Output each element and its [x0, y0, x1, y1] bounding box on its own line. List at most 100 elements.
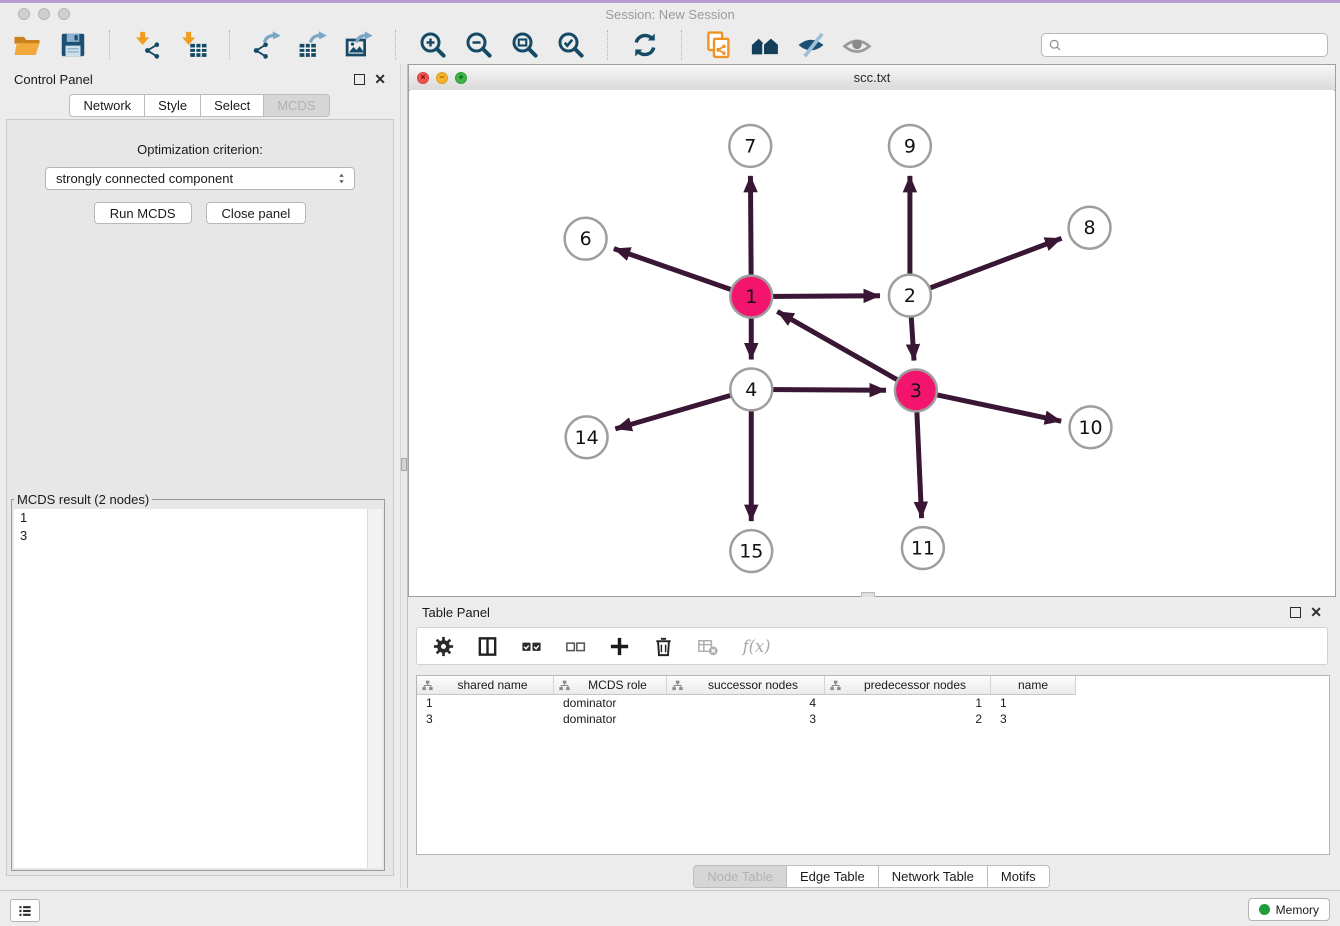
import-table-button[interactable] — [178, 30, 208, 60]
column-header-mcds-role[interactable]: MCDS role — [554, 676, 667, 695]
table-tab-motifs[interactable]: Motifs — [987, 865, 1050, 888]
run-mcds-button[interactable]: Run MCDS — [94, 202, 192, 224]
node-label: 3 — [910, 380, 922, 402]
export-net-icon — [252, 30, 282, 60]
network-canvas[interactable]: 1 2 3 4 6 7 8 9 10 11 14 15 — [410, 90, 1334, 595]
node-6[interactable]: 6 — [565, 218, 607, 260]
edge-3-1[interactable] — [777, 311, 916, 390]
node-11[interactable]: 11 — [902, 527, 944, 569]
node-15[interactable]: 15 — [730, 530, 772, 572]
node-14[interactable]: 14 — [566, 416, 608, 458]
search-field[interactable] — [1041, 33, 1328, 57]
mcds-result-title: MCDS result (2 nodes) — [14, 492, 152, 507]
close-panel-button[interactable]: Close panel — [206, 202, 307, 224]
edge-2-8[interactable] — [910, 238, 1062, 295]
delete-columns-button[interactable] — [652, 635, 675, 658]
import-net-icon — [132, 30, 162, 60]
table-panel-float-icon[interactable] — [1290, 607, 1301, 618]
zoom-out-button[interactable] — [464, 30, 494, 60]
chevron-up-down-icon — [335, 171, 348, 186]
table-row[interactable]: 1dominator411 — [417, 695, 1329, 711]
memory-label: Memory — [1276, 903, 1319, 917]
show-columns-button[interactable] — [476, 635, 499, 658]
create-column-button[interactable] — [608, 635, 631, 658]
table-row[interactable]: 3dominator323 — [417, 711, 1329, 727]
save-session-button[interactable] — [58, 30, 88, 60]
zoom-in-icon — [418, 30, 448, 60]
toolbar-separator — [229, 30, 231, 60]
table-tab-node-table[interactable]: Node Table — [693, 865, 787, 888]
task-history-button[interactable] — [10, 899, 40, 922]
node-label: 2 — [904, 285, 916, 307]
zoom-fit-icon — [510, 30, 540, 60]
network-window-titlebar[interactable]: × − + scc.txt — [409, 65, 1335, 91]
node-8[interactable]: 8 — [1069, 207, 1111, 249]
mcds-panel: Optimization criterion: strongly connect… — [6, 119, 394, 876]
network-window-title: scc.txt — [409, 70, 1335, 85]
import-network-button[interactable] — [132, 30, 162, 60]
shared-column-icon — [671, 679, 684, 692]
memory-button[interactable]: Memory — [1248, 898, 1330, 921]
folder-icon — [12, 30, 42, 60]
status-bar: Memory — [0, 890, 1340, 926]
node-2[interactable]: 2 — [889, 275, 931, 317]
node-10[interactable]: 10 — [1070, 406, 1112, 448]
search-input[interactable] — [1067, 37, 1321, 54]
column-settings-button[interactable] — [432, 635, 455, 658]
criterion-select[interactable]: strongly connected component — [45, 167, 355, 190]
table-tab-network-table[interactable]: Network Table — [878, 865, 988, 888]
cell-predecessor-nodes: 2 — [825, 712, 991, 726]
node-3[interactable]: 3 — [895, 369, 937, 411]
export-table-icon — [298, 30, 328, 60]
table-tab-edge-table[interactable]: Edge Table — [786, 865, 879, 888]
hide-graphics-details-button[interactable] — [796, 30, 826, 60]
memory-status-icon — [1259, 904, 1270, 915]
export-network-button[interactable] — [252, 30, 282, 60]
node-9[interactable]: 9 — [889, 125, 931, 167]
open-session-button[interactable] — [12, 30, 42, 60]
toolbar-separator — [395, 30, 397, 60]
network-view-window: × − + scc.txt 1 2 3 4 6 7 8 9 10 11 14 1… — [408, 64, 1336, 597]
edge-3-10[interactable] — [916, 390, 1061, 421]
plus-icon — [608, 635, 631, 658]
table-panel-close-icon[interactable]: ✕ — [1310, 607, 1322, 617]
unselect-all-columns-button[interactable] — [564, 635, 587, 658]
column-header-predecessor-nodes[interactable]: predecessor nodes — [825, 676, 991, 695]
copy-network-button[interactable] — [704, 30, 734, 60]
zoom-fit-button[interactable] — [510, 30, 540, 60]
table-x-icon — [696, 635, 719, 658]
node-1[interactable]: 1 — [730, 276, 772, 318]
list-icon — [16, 902, 34, 920]
node-4[interactable]: 4 — [730, 368, 772, 410]
zoom-in-button[interactable] — [418, 30, 448, 60]
tab-mcds[interactable]: MCDS — [263, 94, 329, 117]
select-all-columns-button[interactable] — [520, 635, 543, 658]
cell-shared-name: 3 — [417, 712, 554, 726]
column-header-successor-nodes[interactable]: successor nodes — [667, 676, 825, 695]
apply-layout-button[interactable] — [630, 30, 660, 60]
network-graph: 1 2 3 4 6 7 8 9 10 11 14 15 — [410, 90, 1334, 595]
column-label: successor nodes — [686, 678, 820, 692]
node-7[interactable]: 7 — [729, 125, 771, 167]
tab-network[interactable]: Network — [69, 94, 145, 117]
control-panel-close-icon[interactable]: ✕ — [374, 74, 386, 84]
vertical-splitter[interactable] — [400, 64, 408, 888]
control-panel-float-icon[interactable] — [354, 74, 365, 85]
tab-select[interactable]: Select — [200, 94, 264, 117]
vertical-splitter-handle[interactable] — [401, 458, 407, 471]
export-image-button[interactable] — [344, 30, 374, 60]
refresh-icon — [630, 30, 660, 60]
result-line: 1 — [14, 509, 382, 527]
show-graphics-details-button[interactable] — [842, 30, 872, 60]
cell-mcds-role: dominator — [554, 712, 667, 726]
node-label: 9 — [904, 135, 916, 157]
export-table-button[interactable] — [298, 30, 328, 60]
ndex-home-button[interactable] — [750, 30, 780, 60]
node-label: 7 — [744, 135, 756, 157]
result-scrollbar[interactable] — [367, 509, 382, 868]
column-header-shared-name[interactable]: shared name — [417, 676, 554, 695]
zoom-selected-button[interactable] — [556, 30, 586, 60]
column-header-name[interactable]: name — [991, 676, 1076, 695]
tab-style[interactable]: Style — [144, 94, 201, 117]
optimization-criterion-label: Optimization criterion: — [7, 142, 393, 157]
